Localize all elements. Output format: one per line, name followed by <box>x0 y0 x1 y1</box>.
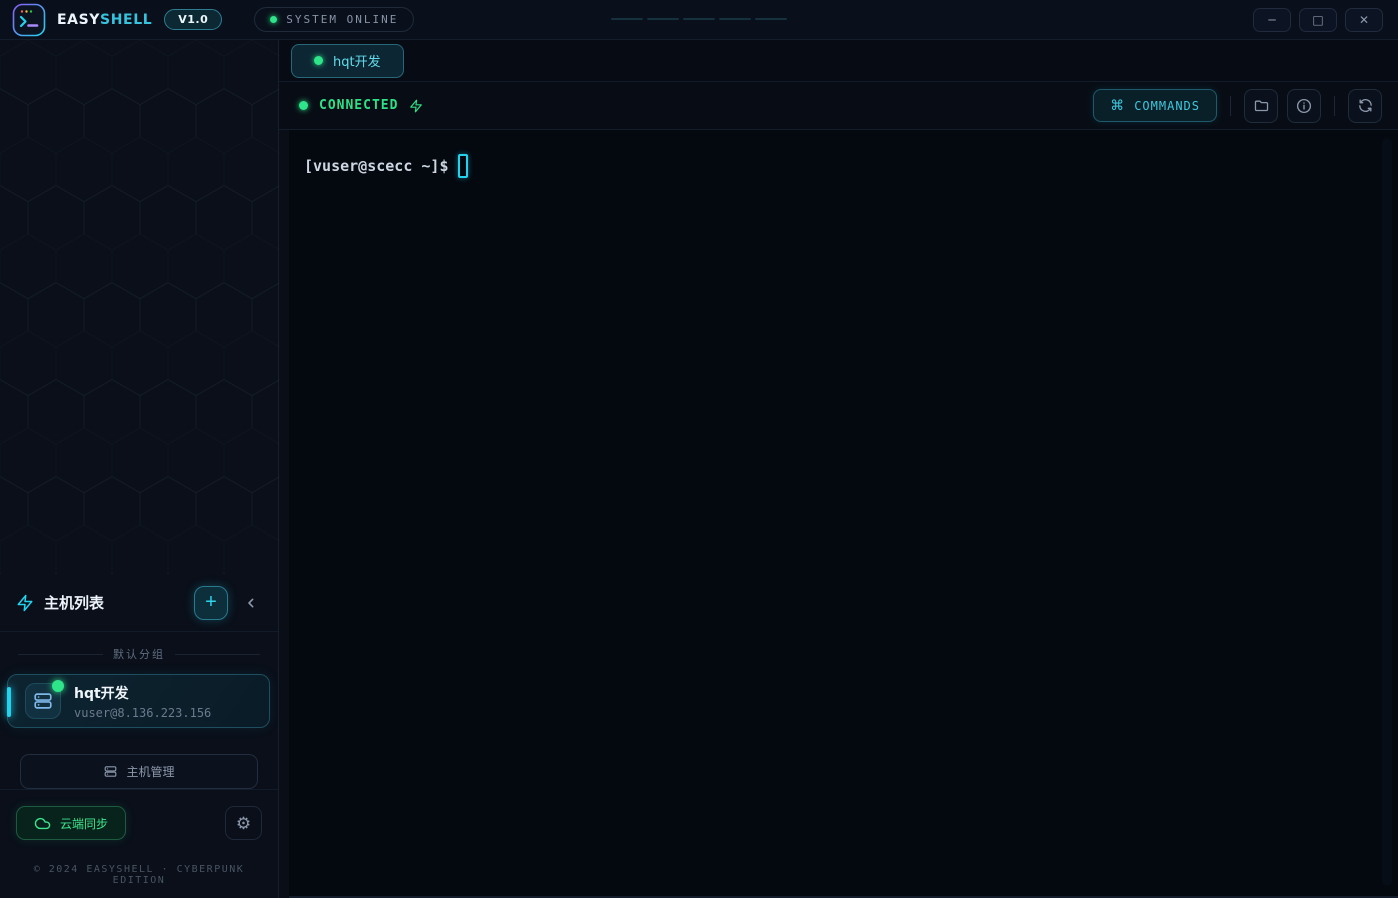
toolbar-divider <box>1334 96 1335 116</box>
sidebar-header: 主机列表 + <box>0 574 278 632</box>
decoration-dash <box>683 18 715 20</box>
file-manager-button[interactable] <box>1244 89 1278 123</box>
host-active-accent-bar <box>7 687 11 717</box>
gear-icon: ⚙ <box>236 814 251 833</box>
app-name: EASYSHELL <box>57 12 152 28</box>
system-status-label: SYSTEM ONLINE <box>286 13 398 26</box>
terminal-toolbar: ⌘ COMMANDS <box>1093 89 1382 123</box>
toolbar-divider <box>1230 96 1231 116</box>
sidebar: 主机列表 + 默认分组 <box>0 40 279 898</box>
host-online-dot <box>52 680 64 692</box>
tab-label: hqt开发 <box>333 51 381 70</box>
app-body: 主机列表 + 默认分组 <box>0 40 1398 898</box>
minimize-button[interactable]: ─ <box>1253 8 1291 32</box>
host-list-title: 主机列表 <box>44 592 104 613</box>
decoration-dash <box>611 18 643 20</box>
tab-session[interactable]: hqt开发 <box>291 44 404 78</box>
app-window: EASYSHELL V1.0 SYSTEM ONLINE ─ □ ✕ <box>0 0 1398 898</box>
divider-line <box>18 654 103 655</box>
version-badge: V1.0 <box>164 9 222 30</box>
app-name-accent: SHELL <box>100 12 152 28</box>
terminal-scrollbar[interactable] <box>1382 138 1392 886</box>
host-manage-label: 主机管理 <box>126 763 174 780</box>
plus-icon: + <box>205 592 217 612</box>
app-name-bold: EASY <box>57 12 100 28</box>
folder-icon <box>1253 97 1270 114</box>
cloud-icon <box>34 815 51 832</box>
cloud-sync-label: 云端同步 <box>60 815 108 832</box>
connection-status-text: CONNECTED <box>319 98 398 113</box>
cloud-sync-button[interactable]: 云端同步 <box>16 806 126 840</box>
collapse-sidebar-button[interactable] <box>238 588 264 618</box>
refresh-icon <box>1357 97 1374 114</box>
window-controls: ─ □ ✕ <box>1253 8 1383 32</box>
add-host-button[interactable]: + <box>194 586 228 620</box>
host-icon <box>25 683 61 719</box>
server-icon <box>103 764 118 779</box>
group-label: 默认分组 <box>113 646 165 662</box>
server-icon <box>32 690 54 712</box>
close-icon: ✕ <box>1359 14 1369 26</box>
hexagon-pattern-background <box>0 40 279 574</box>
decoration-dash <box>647 18 679 20</box>
close-button[interactable]: ✕ <box>1345 8 1383 32</box>
tab-status-dot <box>314 56 323 65</box>
decoration-dash <box>755 18 787 20</box>
terminal[interactable]: [vuser@scecc ~]$ <box>289 130 1398 898</box>
host-info: hqt开发 vuser@8.136.223.156 <box>74 683 211 720</box>
sidebar-footer-row: 云端同步 ⚙ <box>16 806 262 840</box>
terminal-prompt: [vuser@scecc ~]$ <box>304 157 449 175</box>
titlebar-decoration-dashes <box>611 18 787 20</box>
maximize-icon: □ <box>1312 14 1323 26</box>
commands-button[interactable]: ⌘ COMMANDS <box>1093 89 1217 122</box>
host-address: vuser@8.136.223.156 <box>74 706 211 720</box>
titlebar: EASYSHELL V1.0 SYSTEM ONLINE ─ □ ✕ <box>0 0 1398 40</box>
host-card[interactable]: hqt开发 vuser@8.136.223.156 <box>7 674 270 728</box>
tab-bar: hqt开发 <box>279 40 1398 82</box>
system-status-badge: SYSTEM ONLINE <box>254 7 414 32</box>
host-name: hqt开发 <box>74 683 211 703</box>
decoration-dash <box>719 18 751 20</box>
command-icon: ⌘ <box>1110 98 1125 114</box>
app-logo-terminal-icon <box>12 3 46 37</box>
info-icon <box>1295 97 1313 115</box>
terminal-cursor <box>458 154 468 178</box>
system-online-dot <box>270 16 277 23</box>
divider-line <box>175 654 260 655</box>
group-divider: 默认分组 <box>18 646 260 662</box>
chevron-left-icon <box>243 595 259 611</box>
host-manage-button[interactable]: 主机管理 <box>20 754 258 789</box>
terminal-prompt-line: [vuser@scecc ~]$ <box>304 154 1398 178</box>
status-bar: CONNECTED ⌘ COMMANDS <box>279 82 1398 130</box>
main-area: hqt开发 CONNECTED ⌘ COMMANDS <box>279 40 1398 898</box>
copyright-text: © 2024 EASYSHELL · CYBERPUNK EDITION <box>16 864 262 886</box>
info-button[interactable] <box>1287 89 1321 123</box>
minimize-icon: ─ <box>1268 14 1275 26</box>
commands-label: COMMANDS <box>1134 99 1200 113</box>
maximize-button[interactable]: □ <box>1299 8 1337 32</box>
bolt-icon <box>16 594 34 612</box>
connection-status-dot <box>299 101 308 110</box>
settings-button[interactable]: ⚙ <box>225 806 262 840</box>
reconnect-button[interactable] <box>1348 89 1382 123</box>
bolt-icon <box>409 99 423 113</box>
connection-status: CONNECTED <box>299 98 423 113</box>
sidebar-footer: 云端同步 ⚙ © 2024 EASYSHELL · CYBERPUNK EDIT… <box>0 789 278 898</box>
